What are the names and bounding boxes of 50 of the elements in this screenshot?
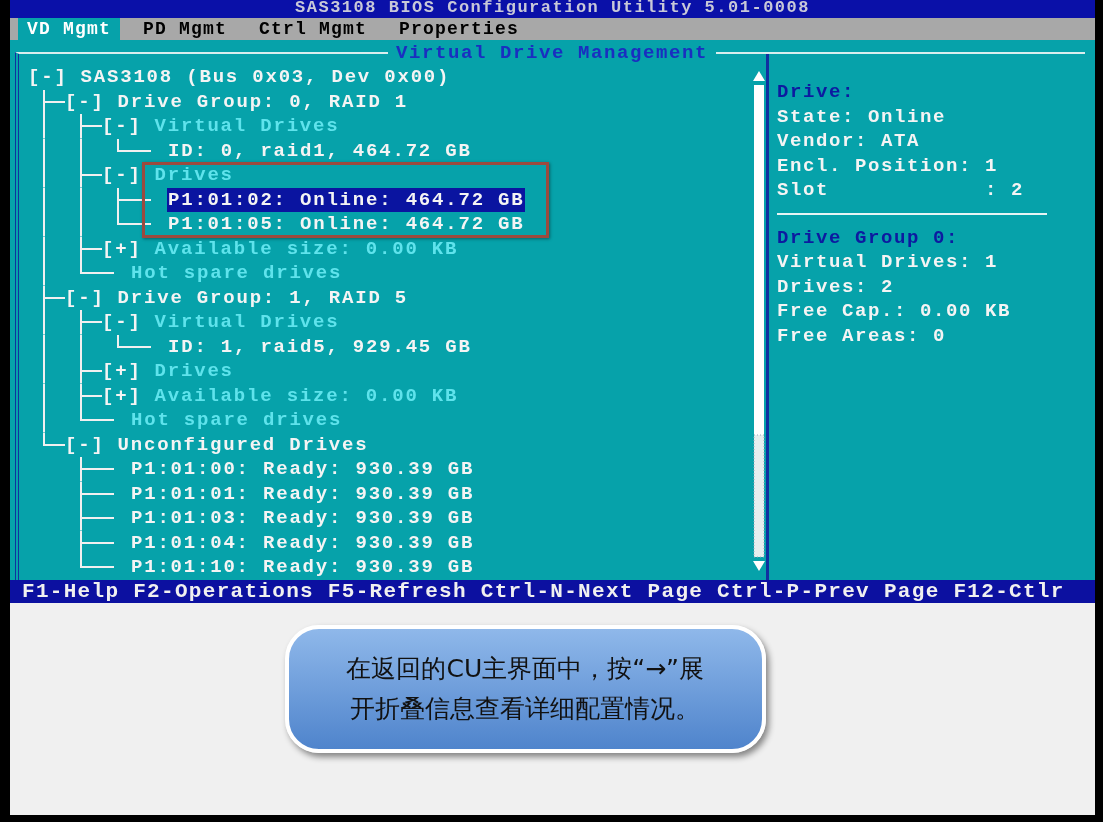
detail-line: Free Cap.: 0.00 KB — [777, 299, 1013, 324]
menu-tab[interactable]: Ctrl Mgmt — [250, 18, 377, 40]
tree-item[interactable]: Virtual Drives — [153, 114, 341, 139]
tree-item[interactable]: ID: 0, raid1, 464.72 GB — [167, 138, 473, 163]
function-key-bar: F1-Help F2-Operations F5-Refresh Ctrl-N-Next Page Ctrl-P-Prev Page F12-Ctlr — [10, 580, 1095, 603]
detail-line: Drives: 2 — [777, 274, 896, 299]
tree-item[interactable]: P1:01:03: Ready: 930.39 GB — [130, 506, 476, 531]
scrollbar[interactable] — [752, 71, 766, 571]
expand-toggle[interactable]: [-] — [65, 432, 105, 457]
tree-item[interactable]: Available size: 0.00 KB — [153, 383, 460, 408]
tree-item[interactable]: P1:01:00: Ready: 930.39 GB — [130, 457, 476, 482]
detail-line: Vendor: ATA — [777, 129, 922, 154]
tree-item[interactable]: Available size: 0.00 KB — [153, 236, 460, 261]
detail-line: Free Areas: 0 — [777, 323, 948, 348]
tree-item[interactable]: SAS3108 (Bus 0x03, Dev 0x00) — [79, 65, 452, 90]
tree-item[interactable]: Drives — [153, 163, 235, 188]
expand-toggle[interactable]: [-] — [65, 285, 105, 310]
detail-line: Encl. Position: 1 — [777, 153, 1000, 178]
tree-item[interactable]: P1:01:10: Ready: 930.39 GB — [130, 555, 476, 580]
expand-toggle[interactable]: [-] — [102, 310, 142, 335]
tree-item[interactable]: Unconfigured Drives — [116, 432, 370, 457]
expand-toggle[interactable]: [+] — [102, 383, 142, 408]
expand-toggle[interactable]: [+] — [102, 236, 142, 261]
tree-item[interactable]: P1:01:05: Online: 464.72 GB — [167, 212, 526, 237]
expand-toggle[interactable]: [-] — [102, 114, 142, 139]
detail-line: Virtual Drives: 1 — [777, 250, 1000, 275]
tree-item[interactable]: P1:01:01: Ready: 930.39 GB — [130, 481, 476, 506]
frame-title: Virtual Drive Management — [387, 42, 716, 64]
callout-note: 在返回的CU主界面中，按“→”展开折叠信息查看详细配置情况。 — [285, 625, 766, 753]
section-heading: Drive Group 0: — [777, 225, 961, 250]
window-title: SAS3108 BIOS Configuration Utility 5.01-0008 — [10, 0, 1095, 18]
tree-item[interactable]: Hot spare drives — [130, 408, 344, 433]
menu-tab[interactable]: Properties — [390, 18, 529, 40]
detail-line: State: Online — [777, 104, 948, 129]
menu-tab[interactable]: PD Mgmt — [134, 18, 237, 40]
menu-tab[interactable]: VD Mgmt — [18, 18, 120, 40]
tree-item[interactable]: P1:01:04: Ready: 930.39 GB — [130, 530, 476, 555]
tree-item[interactable]: Virtual Drives — [153, 310, 341, 335]
tree-item[interactable]: Drive Group: 0, RAID 1 — [116, 89, 410, 114]
expand-toggle[interactable]: [-] — [102, 163, 142, 188]
tree-item[interactable]: Drive Group: 1, RAID 5 — [116, 285, 410, 310]
tree-item[interactable]: ID: 1, raid5, 929.45 GB — [167, 334, 473, 359]
tree-item[interactable]: P1:01:02: Online: 464.72 GB — [167, 187, 526, 212]
detail-line: Slot : 2 — [777, 178, 1026, 203]
expand-toggle[interactable]: [-] — [65, 89, 105, 114]
section-heading: Drive: — [777, 80, 856, 105]
expand-toggle[interactable]: [-] — [28, 65, 68, 90]
tree-item[interactable]: Hot spare drives — [130, 261, 344, 286]
expand-toggle[interactable]: [+] — [102, 359, 142, 384]
tree-item[interactable]: Drives — [153, 359, 235, 384]
